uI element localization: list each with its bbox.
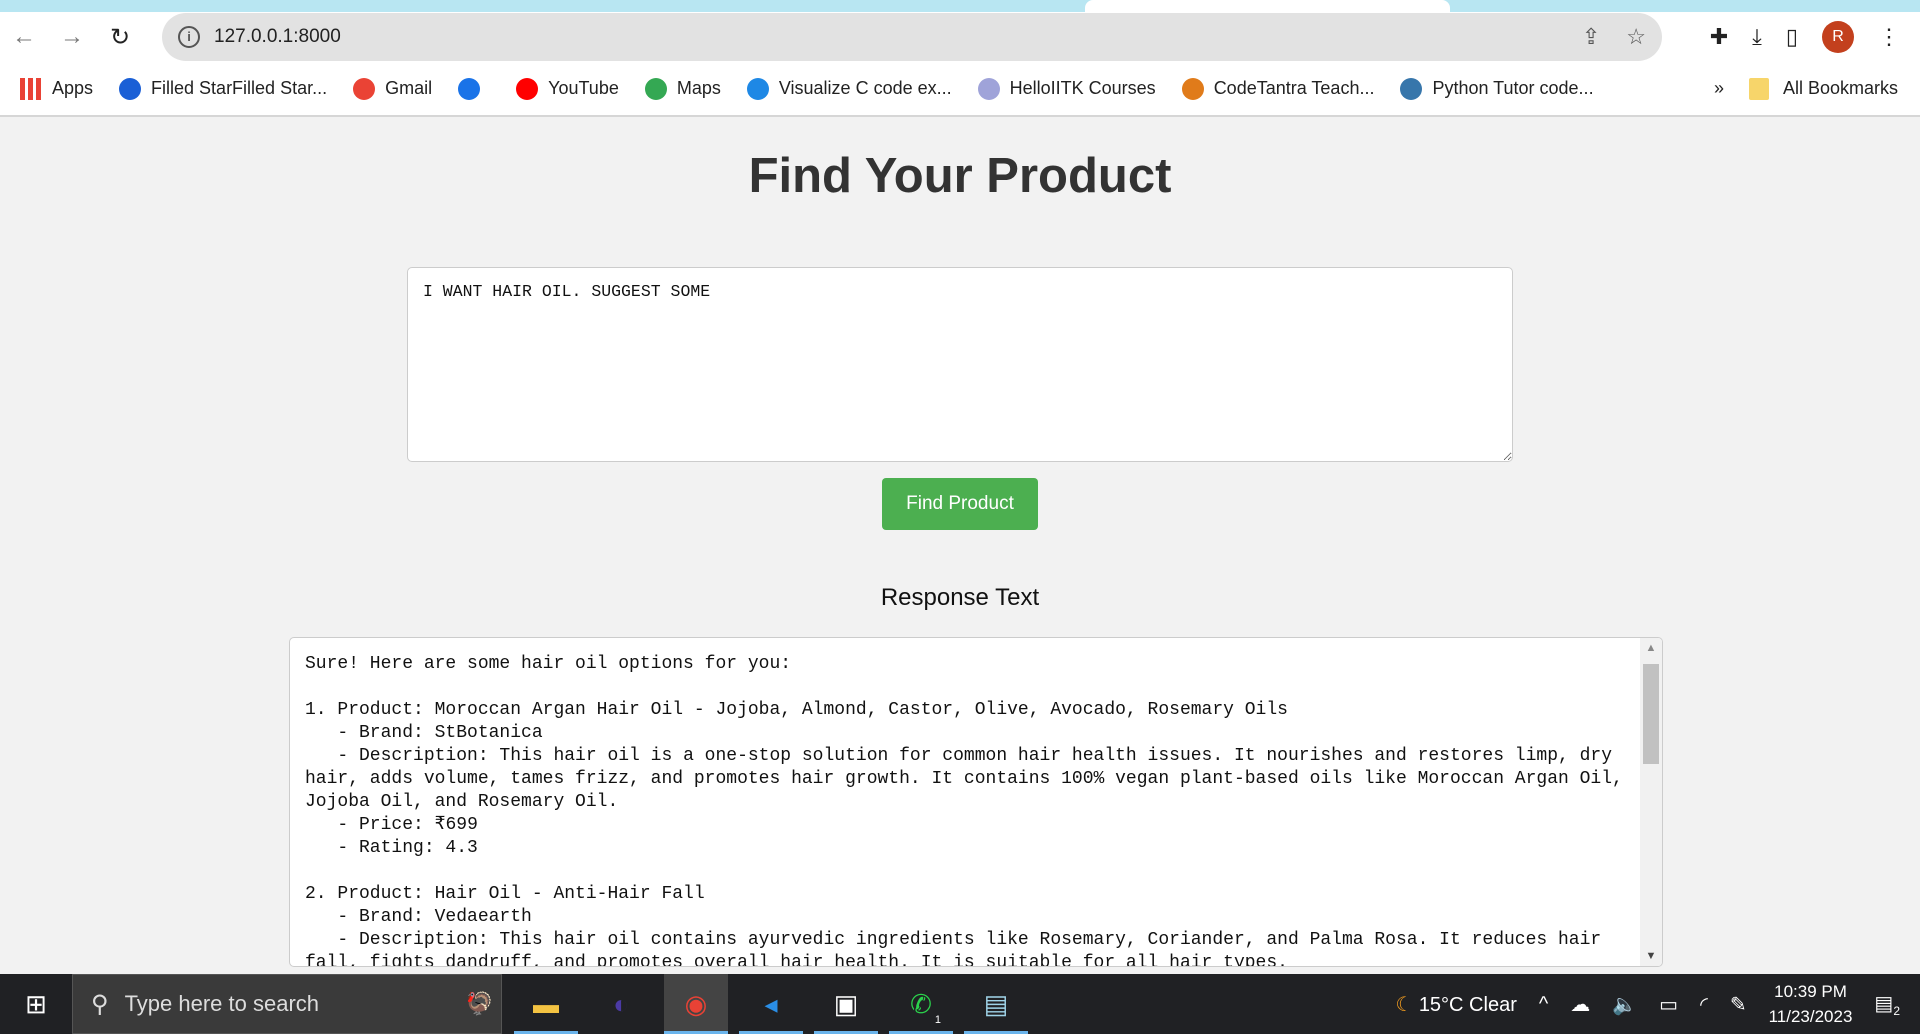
pen-icon[interactable]: ✎ bbox=[1730, 992, 1747, 1017]
notification-count: 2 bbox=[1893, 1003, 1900, 1018]
weather-icon: ☾ bbox=[1395, 993, 1414, 1016]
menu-icon[interactable]: ⋮ bbox=[1878, 24, 1900, 50]
find-product-button[interactable]: Find Product bbox=[882, 478, 1038, 530]
active-tab[interactable] bbox=[1085, 0, 1450, 12]
bookmark-item[interactable]: Visualize C code ex... bbox=[746, 77, 952, 100]
vscode-icon[interactable]: ◂ bbox=[739, 974, 803, 1034]
weather-widget[interactable]: ☾ 15°C Clear bbox=[1395, 992, 1517, 1017]
bookmark-item[interactable]: Maps bbox=[644, 77, 721, 100]
bookmark-label: Gmail bbox=[385, 78, 433, 98]
bookmark-label: Python Tutor code... bbox=[1432, 78, 1594, 98]
sbi-icon bbox=[458, 77, 481, 100]
forward-icon[interactable]: → bbox=[48, 23, 96, 51]
extensions-icon[interactable]: ✚ bbox=[1710, 24, 1728, 50]
maps-pin-icon bbox=[644, 77, 667, 100]
bookmark-star-icon[interactable]: ☆ bbox=[1626, 24, 1646, 50]
terminal-icon[interactable]: ▣ bbox=[814, 974, 878, 1034]
address-bar[interactable]: i 127.0.0.1:8000 ⇪ ☆ bbox=[162, 13, 1662, 61]
bookmark-item[interactable]: Filled StarFilled Star... bbox=[119, 77, 328, 100]
bookmark-label: Filled StarFilled Star... bbox=[151, 78, 328, 98]
back-icon[interactable]: ← bbox=[0, 23, 48, 51]
clock[interactable]: 10:39 PM 11/23/2023 bbox=[1769, 979, 1853, 1029]
show-hidden-icons[interactable]: ^ bbox=[1539, 993, 1548, 1016]
browser-toolbar: ← → ↻ i 127.0.0.1:8000 ⇪ ☆ ✚ ⤓ ▯ R ⋮ bbox=[0, 12, 1920, 62]
response-text: Sure! Here are some hair oil options for… bbox=[305, 654, 1623, 967]
bookmark-item[interactable]: CodeTantra Teach... bbox=[1181, 77, 1375, 100]
date: 11/23/2023 bbox=[1768, 1007, 1853, 1026]
share-icon[interactable]: ⇪ bbox=[1582, 24, 1600, 50]
windows-start-icon[interactable]: ⊞ bbox=[0, 974, 72, 1034]
taskbar-search[interactable]: ⚲ Type here to search 🦃 bbox=[72, 974, 502, 1034]
bookmark-item[interactable]: YouTube bbox=[516, 77, 619, 100]
c-logo-icon bbox=[119, 77, 142, 100]
iitk-seal-icon bbox=[977, 77, 1000, 100]
bookmarks-bar: Apps Filled StarFilled Star... Gmail YouTub… bbox=[0, 62, 1920, 117]
gmail-icon bbox=[353, 77, 376, 100]
bookmark-label: Visualize C code ex... bbox=[778, 78, 952, 98]
search-placeholder: Type here to search bbox=[124, 991, 320, 1016]
more-bookmarks-button[interactable]: » bbox=[1714, 78, 1724, 99]
reload-icon[interactable]: ↻ bbox=[96, 23, 144, 52]
query-input[interactable]: I WANT HAIR OIL. SUGGEST SOME bbox=[407, 267, 1513, 462]
bookmark-label: Maps bbox=[676, 78, 721, 98]
bookmark-label: CodeTantra Teach... bbox=[1213, 78, 1375, 98]
bookmark-item[interactable] bbox=[458, 77, 490, 100]
notifications-icon[interactable]: ▤2 bbox=[1874, 991, 1900, 1018]
python-icon bbox=[1400, 77, 1423, 100]
profile-avatar[interactable]: R bbox=[1822, 21, 1854, 53]
taskbar: ⊞ ⚲ Type here to search 🦃 ▬ ◐ ◉ ◂ ▣ ✆ 1 ▤… bbox=[0, 974, 1920, 1034]
onedrive-icon[interactable]: ☁ bbox=[1570, 992, 1590, 1017]
whatsapp-icon[interactable]: ✆ 1 bbox=[889, 974, 953, 1034]
time: 10:39 PM bbox=[1774, 982, 1847, 1001]
bookmark-item[interactable]: Apps bbox=[20, 77, 94, 100]
page-title: Find Your Product bbox=[748, 149, 1172, 203]
thanksgiving-turkey-icon[interactable]: 🦃 bbox=[466, 991, 493, 1017]
youtube-icon bbox=[516, 77, 539, 100]
bookmark-label: YouTube bbox=[548, 78, 619, 98]
download-icon[interactable]: ⤓ bbox=[1752, 24, 1762, 50]
volume-icon[interactable]: 🔈 bbox=[1612, 992, 1637, 1017]
scroll-down-icon[interactable]: ▼ bbox=[1640, 950, 1662, 962]
chrome-icon[interactable]: ◉ bbox=[664, 974, 728, 1034]
diamond-icon bbox=[746, 77, 769, 100]
tab-strip bbox=[0, 0, 1920, 12]
apps-grid-icon bbox=[20, 77, 42, 100]
site-info-icon[interactable]: i bbox=[178, 26, 200, 48]
wifi-icon[interactable]: ◜ bbox=[1700, 992, 1708, 1017]
bookmark-item[interactable]: Gmail bbox=[353, 77, 433, 100]
scroll-up-icon[interactable]: ▲ bbox=[1640, 642, 1662, 654]
whatsapp-badge: 1 bbox=[934, 1014, 941, 1026]
bookmark-item[interactable]: Python Tutor code... bbox=[1400, 77, 1594, 100]
notepad-icon[interactable]: ▤ bbox=[964, 974, 1028, 1034]
side-panel-icon[interactable]: ▯ bbox=[1786, 24, 1798, 50]
all-bookmarks-button[interactable]: All Bookmarks bbox=[1748, 77, 1898, 100]
eclipse-icon[interactable]: ◐ bbox=[589, 974, 653, 1034]
codetantra-icon bbox=[1181, 77, 1204, 100]
bookmark-item[interactable]: HelloIITK Courses bbox=[977, 77, 1156, 100]
bookmark-label: Apps bbox=[52, 78, 94, 98]
bookmark-label: HelloIITK Courses bbox=[1009, 78, 1156, 98]
scrollbar-thumb[interactable] bbox=[1643, 664, 1659, 764]
weather-text: 15°C Clear bbox=[1418, 993, 1517, 1016]
search-icon: ⚲ bbox=[91, 990, 109, 1018]
folder-icon bbox=[1748, 77, 1769, 100]
response-box: Sure! Here are some hair oil options for… bbox=[289, 637, 1663, 967]
response-heading: Response Text bbox=[880, 584, 1040, 611]
scrollbar[interactable]: ▲ ▼ bbox=[1640, 638, 1662, 966]
file-explorer-icon[interactable]: ▬ bbox=[514, 974, 578, 1034]
url-text[interactable]: 127.0.0.1:8000 bbox=[214, 26, 341, 48]
battery-icon[interactable]: ▭ bbox=[1659, 992, 1678, 1017]
all-bookmarks-label: All Bookmarks bbox=[1782, 78, 1898, 98]
